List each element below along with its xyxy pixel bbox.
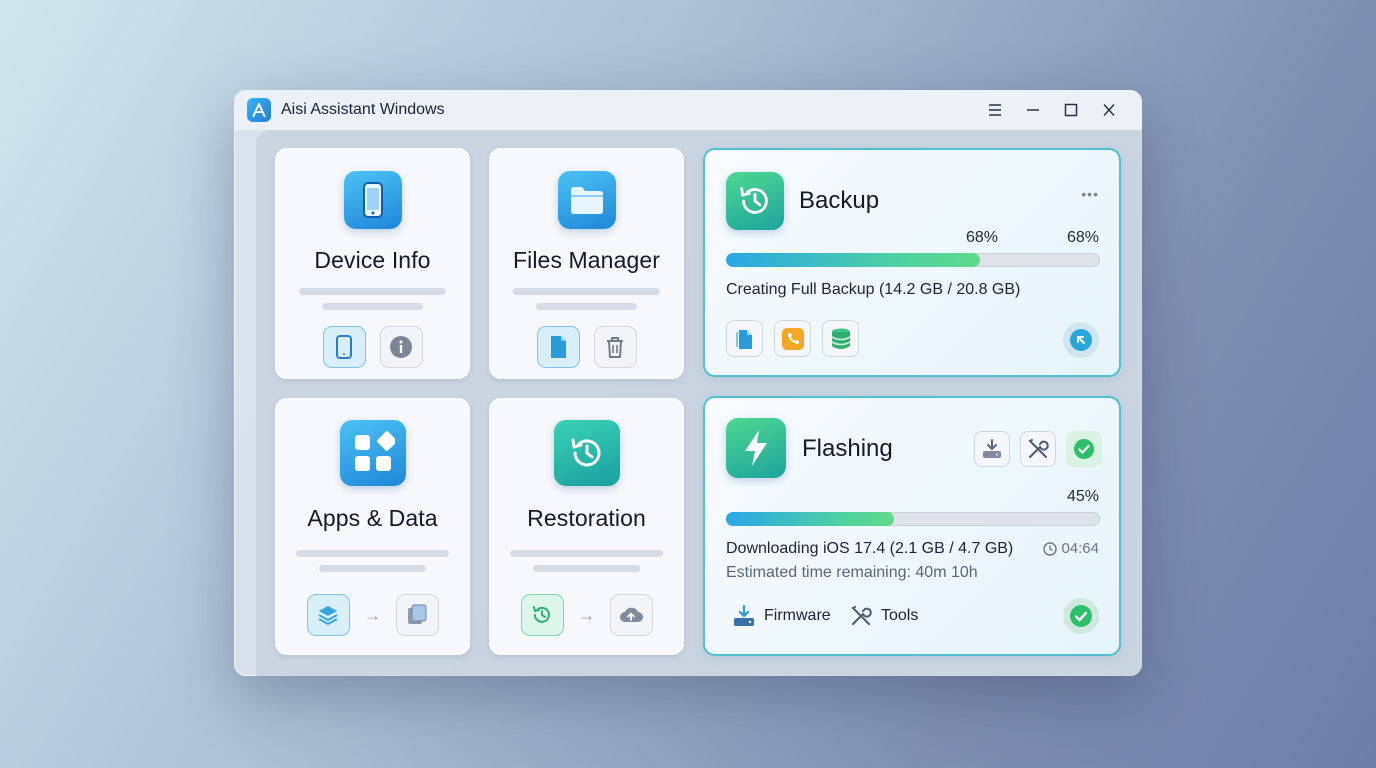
call-log-button[interactable] [774,320,811,357]
cloud-upload-icon [620,607,643,622]
maximize-button[interactable] [1052,94,1090,126]
backup-progress-label: 68% [966,229,999,246]
database-icon [831,328,850,349]
layers-button[interactable] [306,594,350,636]
phone-call-icon [781,327,804,350]
backup-card: Backup ••• 68% 68% Creating Full Backup … [703,148,1121,377]
verified-button[interactable] [1066,431,1102,467]
placeholder-line [299,288,446,295]
file-button[interactable] [536,326,580,368]
app-window: Aisi Assistant Windows Device Info Files… [234,90,1142,676]
tools-link[interactable]: Tools [849,604,918,628]
tile-actions [536,326,637,368]
check-icon [1070,605,1092,627]
tools-icon [1028,439,1049,458]
flashing-progress-bar [726,512,1100,526]
tile-files-manager[interactable]: Files Manager [489,148,684,379]
tile-device-info[interactable]: Device Info [275,148,470,379]
placeholder-line [296,550,449,557]
placeholder-line [322,303,423,310]
placeholder-line [536,303,637,310]
tools-icon [851,606,872,625]
tile-title: Files Manager [512,247,661,273]
menu-button[interactable] [976,94,1014,126]
firmware-icon [734,604,754,626]
app-logo-icon [247,98,271,122]
window-title: Aisi Assistant Windows [281,101,445,118]
info-button[interactable] [379,326,423,368]
cloud-upload-button[interactable] [609,594,653,636]
info-icon [390,336,412,358]
backup-progress-fill [726,253,981,267]
backup-progress-label-right: 68% [1066,229,1099,246]
menu-icon [989,104,1001,116]
placeholder-line [510,550,663,557]
tile-actions: → [306,594,439,636]
lightning-icon [726,418,786,478]
more-options-button[interactable]: ••• [1081,186,1099,202]
flashing-progress-label: 45% [1066,488,1099,505]
database-button[interactable] [822,320,859,357]
history-button[interactable] [520,594,564,636]
complete-button[interactable] [1063,598,1099,634]
backup-status: Creating Full Backup (14.2 GB / 20.8 GB) [726,281,1021,298]
history-icon [533,606,550,623]
tile-restoration[interactable]: Restoration → [489,398,684,655]
copy-icon [408,604,427,624]
flashing-progress-fill [726,512,895,526]
history-icon [553,420,620,486]
placeholder-line [319,565,426,572]
window-controls [976,94,1128,126]
flashing-status: Downloading iOS 17.4 (2.1 GB / 4.7 GB) [726,540,1014,557]
minimize-button[interactable] [1014,94,1052,126]
tile-apps-data[interactable]: Apps & Data → [275,398,470,655]
backup-title: Backup [799,187,880,214]
flashing-title: Flashing [802,435,893,462]
elapsed-timer: 04:64 [1043,540,1099,557]
documents-button[interactable] [726,320,763,357]
firmware-label: Firmware [764,607,831,624]
firmware-link[interactable]: Firmware [732,604,831,628]
placeholder-line [513,288,660,295]
tile-title: Restoration [527,505,646,531]
dashboard-content: Device Info Files Manager Apps & Data → … [256,130,1142,676]
phone-button[interactable] [322,326,366,368]
phone-icon [343,171,402,229]
download-drive-button[interactable] [974,431,1010,467]
title-bar: Aisi Assistant Windows [234,90,1142,130]
collapse-button[interactable] [1063,322,1099,358]
backup-history-icon [726,172,784,230]
document-icon [735,329,752,349]
close-button[interactable] [1090,94,1128,126]
estimated-remaining: Estimated time remaining: 40m 10h [726,564,978,581]
clock-icon [1043,541,1058,556]
trash-icon [607,337,623,358]
tools-button[interactable] [1020,431,1056,467]
backup-progress-bar [726,253,1100,267]
folder-icon [557,171,616,229]
minimize-icon [1027,109,1039,111]
tile-actions [322,326,423,368]
download-drive-icon [983,439,1001,458]
arrow-right-icon: → [577,604,596,625]
trash-button[interactable] [593,326,637,368]
tile-title: Device Info [314,247,431,273]
layers-icon [318,606,338,626]
tile-title: Apps & Data [307,505,438,531]
file-icon [551,336,566,358]
flashing-card: Flashing 45% Downloading iOS 17.4 (2.1 G… [703,396,1121,656]
tools-label: Tools [881,607,919,624]
close-icon [1103,103,1115,117]
arrow-right-icon: → [363,604,382,625]
phone-icon [336,335,352,359]
copy-button[interactable] [395,594,439,636]
check-icon [1074,439,1094,459]
elapsed-time: 04:64 [1061,540,1099,557]
placeholder-line [533,565,640,572]
collapse-icon [1070,329,1092,351]
apps-grid-icon [339,420,406,486]
maximize-icon [1064,103,1078,117]
tile-actions: → [520,594,653,636]
